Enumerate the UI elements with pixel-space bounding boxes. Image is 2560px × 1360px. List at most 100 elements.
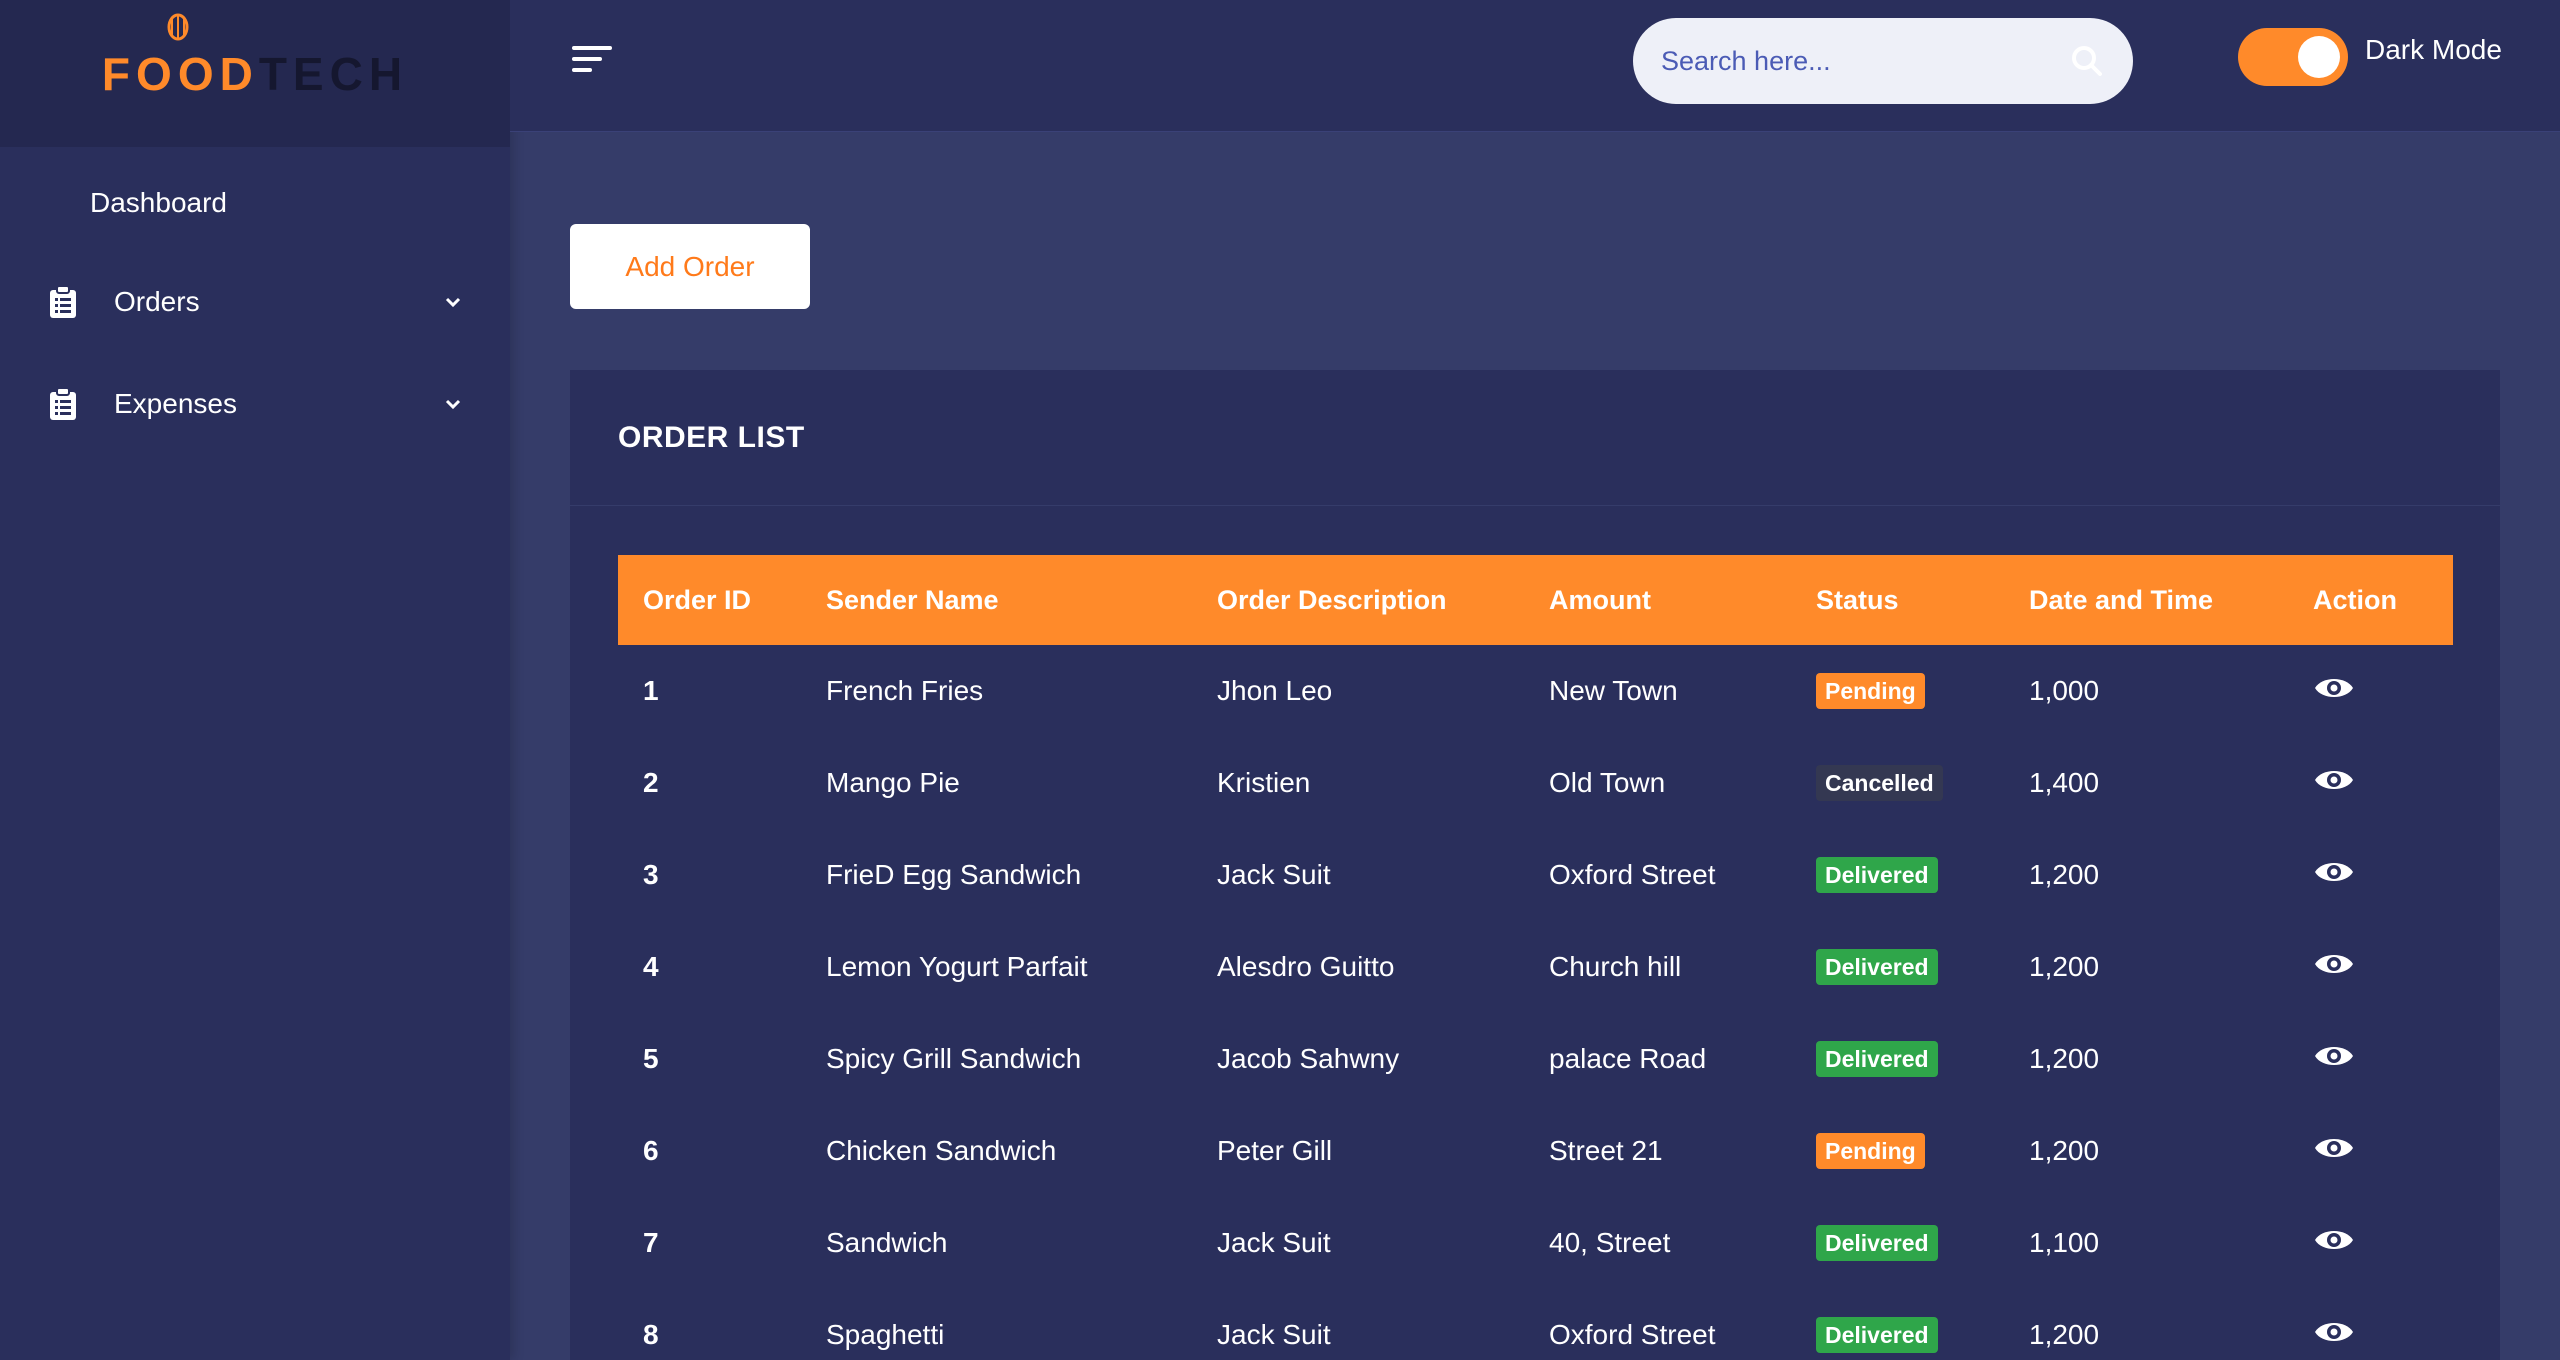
dark-mode-toggle[interactable] <box>2238 28 2348 86</box>
sidebar-item-label: Dashboard <box>90 187 227 218</box>
date-time-cell: 1,100 <box>2029 1227 2100 1258</box>
sidebar-item-label: Expenses <box>114 388 237 419</box>
order-id-cell: 4 <box>643 951 659 982</box>
sender-name-cell: Chicken Sandwich <box>826 1135 1057 1166</box>
sender-name-cell: FrieD Egg Sandwich <box>826 859 1082 890</box>
order-id-cell: 6 <box>643 1135 659 1166</box>
status-badge: Delivered <box>1816 1317 1938 1353</box>
status-badge: Delivered <box>1816 857 1938 893</box>
brand-logo[interactable]: F O O D TECH <box>102 13 408 101</box>
eye-icon[interactable] <box>2313 1225 2355 1255</box>
sender-name-cell: Mango Pie <box>826 767 960 798</box>
sender-name-cell: French Fries <box>826 675 984 706</box>
action-cell <box>2288 645 2453 737</box>
table-row[interactable]: 5 Spicy Grill Sandwich Jacob Sahwny palace … <box>618 1013 2453 1105</box>
table-row[interactable]: 4 Lemon Yogurt Parfait Alesdro Guitto Churc… <box>618 921 2453 1013</box>
menu-toggle-icon[interactable] <box>570 42 614 76</box>
status-cell: Pending <box>1791 645 2004 737</box>
column-header[interactable]: Amount <box>1524 555 1791 645</box>
table-row[interactable]: 7 Sandwich Jack Suit 40, Street Delivered 1,1… <box>618 1197 2453 1289</box>
amount-cell: palace Road <box>1549 1043 1707 1074</box>
sidebar-nav: Dashboard Orders Expenses <box>0 147 510 455</box>
status-cell: Delivered <box>1791 1197 2004 1289</box>
status-cell: Delivered <box>1791 1289 2004 1360</box>
status-cell: Cancelled <box>1791 737 2004 829</box>
chevron-down-icon <box>442 291 464 313</box>
sidebar-item-expenses[interactable]: Expenses <box>0 353 510 455</box>
amount-cell: Oxford Street <box>1549 859 1716 890</box>
search-icon[interactable] <box>2069 43 2105 79</box>
app-root: F O O D TECH Dashboard Orders Expenses S… <box>0 0 2560 1360</box>
search-input[interactable] <box>1661 45 2069 77</box>
amount-cell: Oxford Street <box>1549 1319 1716 1350</box>
status-badge: Delivered <box>1816 1225 1938 1261</box>
sidebar-item-orders[interactable]: Orders <box>0 251 510 353</box>
table-header-row: Order ID Sender Name Order Description A… <box>618 555 2453 645</box>
clipboard-icon <box>48 387 78 421</box>
eye-icon[interactable] <box>2313 673 2355 703</box>
orders-table: Order ID Sender Name Order Description A… <box>618 555 2453 1360</box>
toggle-knob <box>2298 36 2340 78</box>
add-order-button[interactable]: Add Order <box>570 224 810 309</box>
sender-name-cell: Spicy Grill Sandwich <box>826 1043 1082 1074</box>
column-header[interactable]: Sender Name <box>801 555 1192 645</box>
date-time-cell: 1,200 <box>2029 1319 2100 1350</box>
date-time-cell: 1,400 <box>2029 767 2100 798</box>
sender-name-cell: Spaghetti <box>826 1319 945 1350</box>
eye-icon[interactable] <box>2313 949 2355 979</box>
eye-icon[interactable] <box>2313 1133 2355 1163</box>
sidebar-item-dashboard[interactable]: Dashboard <box>0 175 510 231</box>
date-time-cell: 1,000 <box>2029 675 2100 706</box>
order-description-cell: Jack Suit <box>1217 1227 1331 1258</box>
order-id-cell: 1 <box>643 675 659 706</box>
eye-icon[interactable] <box>2313 765 2355 795</box>
clipboard-icon <box>48 285 78 319</box>
column-header[interactable]: Order Description <box>1192 555 1524 645</box>
column-header[interactable]: Date and Time <box>2004 555 2288 645</box>
table-row[interactable]: 2 Mango Pie Kristien Old Town Cancelled 1,400 <box>618 737 2453 829</box>
amount-cell: New Town <box>1549 675 1678 706</box>
action-cell <box>2288 1289 2453 1360</box>
amount-cell: 40, Street <box>1549 1227 1671 1258</box>
top-header: Dark Mode <box>510 0 2560 132</box>
table-row[interactable]: 1 French Fries Jhon Leo New Town Pending 1,00… <box>618 645 2453 737</box>
order-id-cell: 7 <box>643 1227 659 1258</box>
status-cell: Delivered <box>1791 921 2004 1013</box>
order-list-card: ORDER LIST Order ID Sender Name Order De… <box>570 370 2500 1360</box>
eye-icon[interactable] <box>2313 857 2355 887</box>
status-cell: Pending <box>1791 1105 2004 1197</box>
search-box <box>1633 18 2133 104</box>
table-row[interactable]: 8 Spaghetti Jack Suit Oxford Street Delivere… <box>618 1289 2453 1360</box>
order-description-cell: Jhon Leo <box>1217 675 1333 706</box>
status-badge: Delivered <box>1816 949 1938 985</box>
table-row[interactable]: 6 Chicken Sandwich Peter Gill Street 21 Pend… <box>618 1105 2453 1197</box>
date-time-cell: 1,200 <box>2029 1043 2100 1074</box>
sender-name-cell: Sandwich <box>826 1227 948 1258</box>
order-id-cell: 5 <box>643 1043 659 1074</box>
order-id-cell: 2 <box>643 767 659 798</box>
order-description-cell: Kristien <box>1217 767 1311 798</box>
status-badge: Pending <box>1816 673 1925 709</box>
column-header[interactable]: Action <box>2288 555 2453 645</box>
date-time-cell: 1,200 <box>2029 1135 2100 1166</box>
eye-icon[interactable] <box>2313 1041 2355 1071</box>
order-description-cell: Peter Gill <box>1217 1135 1333 1166</box>
column-header[interactable]: Order ID <box>618 555 801 645</box>
column-header[interactable]: Status <box>1791 555 2004 645</box>
order-description-cell: Alesdro Guitto <box>1217 951 1395 982</box>
status-cell: Delivered <box>1791 1013 2004 1105</box>
action-cell <box>2288 737 2453 829</box>
sidebar-item-label: Orders <box>114 286 200 317</box>
amount-cell: Street 21 <box>1549 1135 1663 1166</box>
logo-mark-icon <box>167 13 189 40</box>
amount-cell: Old Town <box>1549 767 1666 798</box>
action-cell <box>2288 921 2453 1013</box>
order-description-cell: Jack Suit <box>1217 859 1331 890</box>
eye-icon[interactable] <box>2313 1317 2355 1347</box>
order-id-cell: 3 <box>643 859 659 890</box>
table-row[interactable]: 3 FrieD Egg Sandwich Jack Suit Oxford Stree… <box>618 829 2453 921</box>
order-description-cell: Jacob Sahwny <box>1217 1043 1400 1074</box>
action-cell <box>2288 1013 2453 1105</box>
order-description-cell: Jack Suit <box>1217 1319 1331 1350</box>
action-cell <box>2288 1105 2453 1197</box>
